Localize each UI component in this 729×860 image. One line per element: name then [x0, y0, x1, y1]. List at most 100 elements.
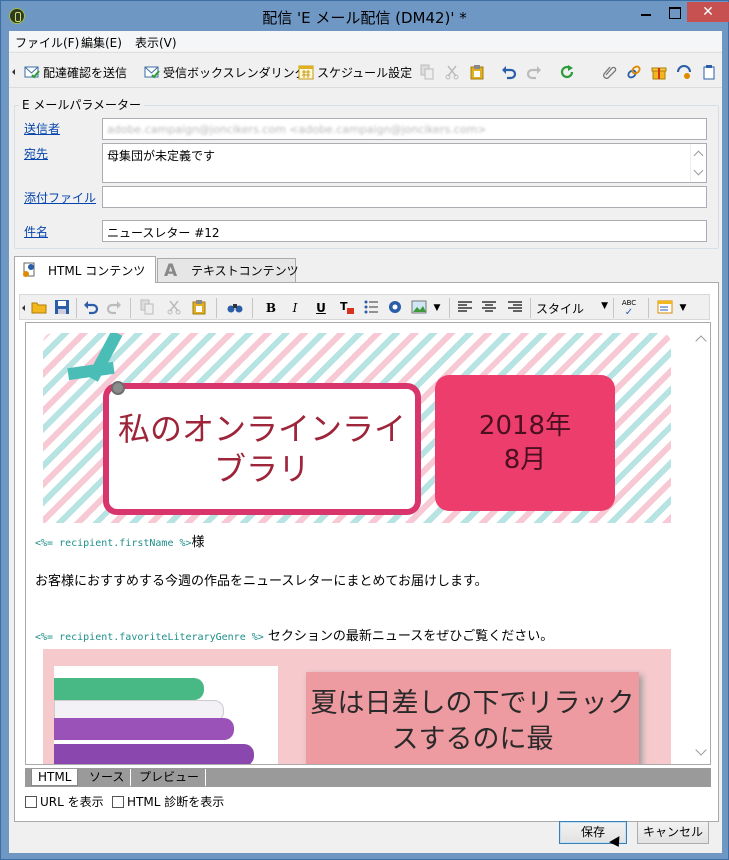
- close-button[interactable]: ✕: [687, 2, 729, 22]
- paperclip-icon[interactable]: [601, 64, 617, 80]
- link-icon[interactable]: [626, 64, 642, 80]
- book-purple: [54, 718, 234, 740]
- book-purple: [54, 744, 254, 764]
- genre-suffix: セクションの最新ニュースをぜひご覧ください。: [263, 629, 554, 644]
- send-proof-label: 配達確認を送信: [43, 65, 128, 80]
- layout-icon[interactable]: [656, 299, 674, 317]
- dialog-client: ファイル(F) 編集(E) 表示(V) 配達確認を送信 受信ボックスレンダリング…: [9, 31, 722, 853]
- align-right-icon[interactable]: [506, 299, 524, 317]
- bold-button[interactable]: B: [262, 299, 280, 317]
- show-diag-label: HTML 診断を表示: [127, 795, 225, 809]
- view-tab-preview[interactable]: プレビュー: [133, 769, 207, 786]
- open-folder-icon[interactable]: [30, 299, 48, 317]
- menu-edit[interactable]: 編集(E): [81, 34, 122, 51]
- align-left-icon[interactable]: [456, 299, 474, 317]
- book-green: [54, 678, 204, 700]
- books-image: [54, 666, 278, 764]
- dialog-window: 配信 'E メール配信 (DM42)' * ✕ ファイル(F) 編集(E) 表示…: [0, 0, 729, 860]
- banner-date: 2018年 8月: [478, 411, 572, 475]
- feature-block: 夏は日差しの下でリラックスするのに最: [43, 649, 671, 764]
- from-field[interactable]: adobe.campaign@joncikers.com <adobe.camp…: [102, 118, 707, 140]
- newsletter-banner: 私のオンラインライブラリ 2018年 8月: [43, 333, 671, 523]
- main-toolbar: 配達確認を送信 受信ボックスレンダリング スケジュール設定: [9, 52, 722, 88]
- to-label[interactable]: 宛先: [24, 145, 48, 162]
- tag-icon[interactable]: [676, 64, 692, 80]
- text-color-icon[interactable]: T: [338, 299, 356, 317]
- spellcheck-button[interactable]: ABC ✓: [620, 299, 638, 318]
- feature-title: 夏は日差しの下でリラックスするのに最: [310, 688, 635, 755]
- view-tab-html[interactable]: HTML: [31, 769, 79, 786]
- toolbar-grip-icon: [12, 69, 15, 75]
- show-url-checkbox[interactable]: [25, 795, 37, 808]
- subject-field[interactable]: ニュースレター #12: [102, 220, 707, 242]
- tab-text-label: テキストコンテンツ: [191, 264, 299, 278]
- maximize-button[interactable]: [662, 2, 687, 23]
- layout-dropdown-icon[interactable]: ▼: [674, 299, 692, 317]
- align-center-icon[interactable]: [480, 299, 498, 317]
- scroll-down-icon[interactable]: [695, 744, 707, 756]
- style-select[interactable]: スタイル ▼: [536, 300, 608, 317]
- tab-text-content[interactable]: A テキストコンテンツ: [157, 258, 299, 282]
- editor-paste-icon[interactable]: [190, 299, 208, 317]
- editor-copy-icon[interactable]: [138, 299, 156, 317]
- save-disk-icon[interactable]: [53, 299, 71, 317]
- insert-image-icon[interactable]: [410, 299, 428, 317]
- attachments-field[interactable]: [102, 186, 707, 208]
- show-diag-option[interactable]: HTML 診断を表示: [112, 793, 224, 810]
- envelope-check-icon: [24, 64, 40, 80]
- clipboard-icon[interactable]: [701, 64, 717, 80]
- cut-icon[interactable]: [444, 64, 460, 80]
- editor-undo-icon[interactable]: [82, 299, 100, 317]
- subject-value: ニュースレター #12: [107, 226, 220, 240]
- refresh-icon[interactable]: [559, 64, 575, 80]
- paste-icon[interactable]: [469, 64, 485, 80]
- close-icon: ✕: [702, 4, 714, 20]
- bullet-list-icon[interactable]: [362, 299, 380, 317]
- editor-cut-icon[interactable]: [165, 299, 183, 317]
- find-binoculars-icon[interactable]: [226, 299, 244, 317]
- title-bar: 配信 'E メール配信 (DM42)' * ✕: [1, 1, 729, 31]
- pin-icon: [111, 381, 125, 395]
- scroll-up-icon[interactable]: [695, 335, 707, 347]
- attachments-label[interactable]: 添付ファイル: [24, 189, 96, 206]
- genre-line: <%= recipient.favoriteLiteraryGenre %> セ…: [35, 625, 553, 644]
- image-dropdown-icon[interactable]: ▼: [428, 299, 446, 317]
- minimize-button[interactable]: [632, 2, 660, 23]
- redo-icon[interactable]: [526, 64, 542, 80]
- inbox-rendering-label: 受信ボックスレンダリング: [163, 65, 307, 80]
- calendar-icon: [298, 64, 314, 80]
- show-url-option[interactable]: URL を表示: [25, 793, 104, 810]
- banner-title: 私のオンラインライブラリ: [117, 410, 406, 488]
- spellcheck-tick-icon: ✓: [624, 307, 634, 318]
- view-tab-source[interactable]: ソース: [83, 769, 132, 786]
- subject-label[interactable]: 件名: [24, 223, 48, 240]
- editor-redo-icon[interactable]: [105, 299, 123, 317]
- greeting-line: <%= recipient.firstName %>様: [35, 531, 205, 550]
- inbox-rendering-button[interactable]: 受信ボックスレンダリング: [144, 63, 307, 81]
- to-field[interactable]: 母集団が未定義です: [102, 143, 707, 183]
- menu-view[interactable]: 表示(V): [135, 34, 177, 51]
- editor-toolbar-grip-icon: [22, 305, 25, 311]
- greeting-suffix: 様: [191, 535, 205, 550]
- copy-icon[interactable]: [419, 64, 435, 80]
- menu-file[interactable]: ファイル(F): [15, 34, 79, 51]
- gift-icon[interactable]: [651, 64, 667, 80]
- from-value: adobe.campaign@joncikers.com <adobe.camp…: [107, 123, 487, 136]
- show-diag-checkbox[interactable]: [112, 795, 124, 808]
- italic-button[interactable]: I: [286, 299, 304, 317]
- tab-html-label: HTML コンテンツ: [48, 263, 146, 278]
- banner-date-card: 2018年 8月: [435, 375, 615, 511]
- send-proof-button[interactable]: 配達確認を送信: [24, 63, 127, 81]
- schedule-button[interactable]: スケジュール設定: [298, 63, 412, 81]
- tab-html-content[interactable]: HTML コンテンツ: [14, 256, 156, 283]
- from-label[interactable]: 送信者: [24, 120, 60, 137]
- personalization-icon[interactable]: [386, 299, 404, 317]
- editor-vertical-scrollbar[interactable]: [692, 323, 710, 764]
- html-editor[interactable]: 私のオンラインライブラリ 2018年 8月 <%= recipient.firs…: [25, 322, 711, 765]
- underline-button[interactable]: U: [312, 299, 330, 317]
- cancel-button[interactable]: キャンセル: [637, 821, 709, 844]
- to-field-scrollbar[interactable]: [690, 144, 706, 182]
- window-title: 配信 'E メール配信 (DM42)' *: [262, 9, 467, 27]
- html-document-icon: [21, 262, 37, 278]
- undo-icon[interactable]: [501, 64, 517, 80]
